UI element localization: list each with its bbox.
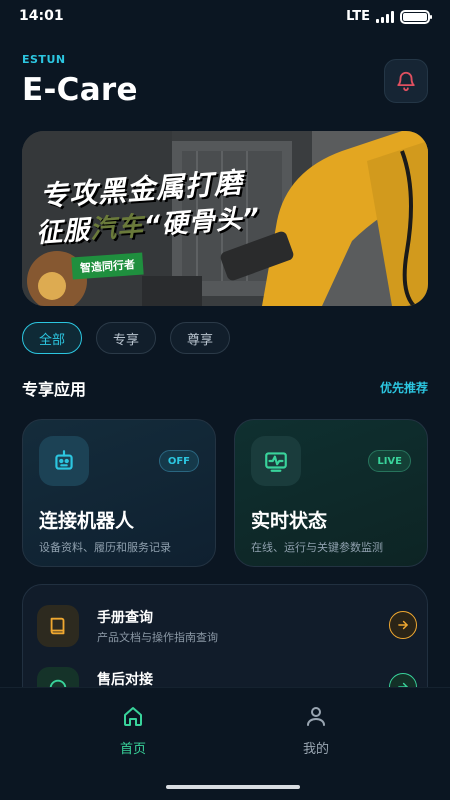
arrow-right-icon[interactable] — [389, 611, 417, 639]
status-badge: LIVE — [368, 450, 411, 472]
card-subtitle: 在线、运行与关键参数监测 — [251, 541, 383, 554]
recommended-link[interactable]: 优先推荐 — [380, 379, 428, 396]
status-badge: OFF — [158, 450, 199, 472]
tab-home[interactable]: 首页 — [73, 704, 193, 757]
home-icon — [124, 707, 142, 726]
chip-all[interactable]: 全部 — [22, 322, 83, 354]
filter-chips: 全部 专享 尊享 — [22, 322, 231, 354]
realtime-status-card[interactable]: LIVE 实时状态 在线、运行与关键参数监测 — [234, 419, 428, 567]
list-item-title: 售后对接 — [97, 672, 153, 688]
card-title: 实时状态 — [251, 510, 328, 532]
signal-icon — [376, 10, 394, 23]
list-item-title: 手册查询 — [97, 610, 153, 626]
connect-robot-card[interactable]: OFF 连接机器人 设备资料、履历和服务记录 — [22, 419, 216, 567]
bottom-tab-bar: 首页 我的 — [0, 687, 450, 800]
section-title: 专享应用 — [22, 380, 87, 399]
notifications-button[interactable] — [384, 59, 428, 103]
banner-line2-highlight: 汽车 — [89, 211, 145, 246]
list-item-manual[interactable]: 手册查询 产品文档与操作指南查询 — [37, 605, 417, 649]
promo-banner[interactable]: 专攻黑金属打磨 征服汽车“硬骨头” 智造同行者 — [22, 131, 428, 306]
network-type: LTE — [346, 9, 370, 24]
card-title: 连接机器人 — [39, 510, 135, 532]
book-icon — [37, 605, 79, 647]
status-time: 14:01 — [19, 8, 64, 24]
bell-icon — [397, 71, 415, 92]
home-indicator — [166, 785, 300, 789]
chip-premium[interactable]: 尊享 — [170, 322, 231, 354]
status-bar: 14:01 LTE — [0, 0, 450, 34]
chip-exclusive[interactable]: 专享 — [96, 322, 157, 354]
brand-label: ESTUN — [22, 53, 66, 66]
user-icon — [307, 707, 325, 726]
status-indicators: LTE — [346, 9, 432, 24]
tab-label: 首页 — [119, 742, 146, 757]
banner-line2-prefix: 征服 — [35, 215, 92, 249]
pulse-monitor-icon — [251, 436, 301, 486]
card-subtitle: 设备资料、履历和服务记录 — [39, 541, 171, 554]
tab-profile[interactable]: 我的 — [256, 704, 376, 757]
robot-icon — [39, 436, 89, 486]
page-title: E-Care — [22, 72, 138, 108]
battery-icon — [400, 9, 432, 24]
tab-label: 我的 — [302, 742, 329, 757]
list-item-subtitle: 产品文档与操作指南查询 — [97, 631, 218, 644]
